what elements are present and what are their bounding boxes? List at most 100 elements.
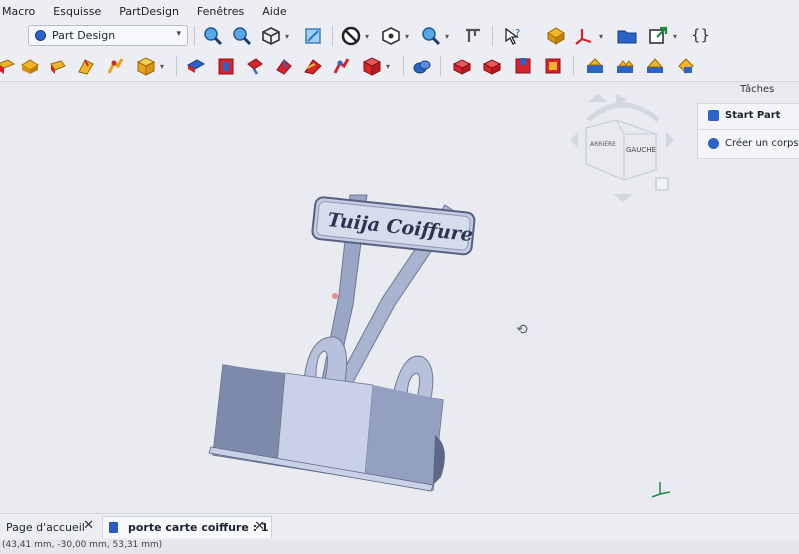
toolbar-separator [176,56,177,76]
task-start-part[interactable]: Start Part [708,110,780,121]
svg-text:?: ? [515,28,520,39]
menu-aide[interactable]: Aide [262,5,286,18]
divider [698,129,799,130]
navcube-mini-cube[interactable] [655,177,669,191]
navcube-arrow-down[interactable] [613,194,633,202]
sign-plate: Tuija Coiffure [311,196,476,256]
fillet-icon[interactable] [452,56,472,76]
toolbar-separator [332,26,333,46]
chevron-down-icon[interactable]: ▾ [445,32,449,41]
cursor-marker [332,293,338,299]
subtractive-box-icon[interactable] [362,56,382,76]
chevron-down-icon[interactable]: ▾ [405,32,409,41]
view-box-icon[interactable] [381,26,401,46]
3d-model[interactable]: Tuija Coiffure [195,185,485,495]
base-front-panel [276,372,374,476]
close-icon[interactable]: ✕ [254,519,265,534]
linear-pattern-icon[interactable] [615,56,635,76]
subtractive-helix-icon[interactable] [332,56,352,76]
navcube-arrow-right[interactable] [666,132,674,148]
subtractive-pocket-icon[interactable] [186,56,206,76]
groove-icon[interactable] [245,56,265,76]
draft-icon[interactable] [513,56,533,76]
revolution-icon[interactable] [48,56,68,76]
status-bar: (43,41 mm, -30,00 mm, 53,31 mm) [0,540,799,554]
menu-fenetres[interactable]: Fenêtres [197,5,244,18]
base-shadow [433,435,445,485]
bounding-box-icon[interactable] [303,26,323,46]
toolbar-separator [573,56,574,76]
close-icon[interactable]: ✕ [83,518,94,533]
tab-start-page-label: Page d'accueil [6,520,85,534]
draw-style-icon[interactable] [341,26,361,46]
chevron-down-icon[interactable]: ▾ [673,32,677,41]
navigation-cube[interactable]: ARRIÈRE GAUCHE [568,90,678,205]
pad-icon[interactable] [0,56,16,76]
chevron-down-icon: ▾ [176,29,181,39]
chamfer-icon[interactable] [482,56,502,76]
chevron-down-icon[interactable]: ▾ [160,62,164,71]
menu-partdesign[interactable]: PartDesign [119,5,179,18]
group-folder-icon[interactable] [617,26,637,46]
tab-start-page[interactable]: Page d'accueil ✕ [0,516,100,538]
chevron-down-icon[interactable]: ▾ [599,32,603,41]
pipe-icon[interactable] [106,56,126,76]
tasks-panel: Start Part Créer un corps [697,103,799,159]
chevron-down-icon[interactable]: ▾ [365,32,369,41]
loft-icon[interactable] [76,56,96,76]
thickness-icon[interactable] [543,56,563,76]
polar-pattern-icon[interactable] [645,56,665,76]
navcube-face-left[interactable]: GAUCHE [626,146,656,154]
chevron-down-icon[interactable]: ▾ [285,32,289,41]
body-icon [708,138,719,149]
navcube-arrow-up-left[interactable] [588,94,608,102]
base-right-face [365,385,443,490]
link-icon[interactable] [648,26,668,46]
pocket-icon[interactable] [20,56,40,76]
menu-bar: Macro Esquisse PartDesign Fenêtres Aide [0,0,799,22]
toolbar-separator [194,26,195,46]
boolean-icon[interactable] [585,56,605,76]
menu-esquisse[interactable]: Esquisse [53,5,101,18]
toolbar-separator [403,56,404,76]
menu-macro[interactable]: Macro [2,5,35,18]
toolbar-separator [440,56,441,76]
macro-braces-icon[interactable]: {} [691,26,710,44]
workbench-label: Part Design [52,29,116,42]
subtractive-loft-icon[interactable] [274,56,294,76]
zoom-fit-icon[interactable] [203,26,223,46]
task-create-body[interactable]: Créer un corps [708,138,799,149]
part-icon[interactable] [546,26,566,46]
measure-caliper-icon[interactable] [463,26,483,46]
start-part-icon [708,110,719,121]
navcube-orbit-ring [586,102,660,122]
additive-box-icon[interactable] [136,56,156,76]
zoom-selection-icon[interactable] [232,26,252,46]
document-icon [109,522,118,533]
chevron-down-icon[interactable]: ▾ [386,62,390,71]
tasks-panel-title: Tâches [740,84,775,95]
navcube-arrow-left[interactable] [570,132,578,148]
mirrored-icon[interactable] [412,56,432,76]
whats-this-icon[interactable]: ? [503,26,523,46]
document-tab-bar: Page d'accueil ✕ porte carte coiffure : … [0,513,799,539]
view-isometric-icon[interactable] [261,26,281,46]
tab-document-label: porte carte coiffure : 1 [128,521,269,534]
multi-transform-icon[interactable] [676,56,696,76]
task-create-body-label: Créer un corps [725,138,799,149]
hole-icon[interactable] [216,56,236,76]
toolbar-separator [492,26,493,46]
toolbar-partdesign: ▾ ▾ [0,50,799,82]
navcube-face-back[interactable]: ARRIÈRE [590,140,616,148]
subtractive-pipe-icon[interactable] [303,56,323,76]
axis-cross-icon [651,482,671,498]
workbench-selector[interactable]: Part Design ▾ [28,25,188,46]
rotation-center-icon: ⟲ [516,322,528,338]
toolbar-main: Part Design ▾ ▾ ▾ ▾ ▾ ? ▾ ▾ {} [0,22,799,50]
cursor-coordinates: (43,41 mm, -30,00 mm, 53,31 mm) [2,540,163,550]
coordinate-system-icon[interactable] [574,26,594,46]
partdesign-icon [35,30,46,41]
task-start-part-label: Start Part [725,110,781,121]
measure-zoom-icon[interactable] [421,26,441,46]
tab-document[interactable]: porte carte coiffure : 1 ✕ [102,516,272,538]
